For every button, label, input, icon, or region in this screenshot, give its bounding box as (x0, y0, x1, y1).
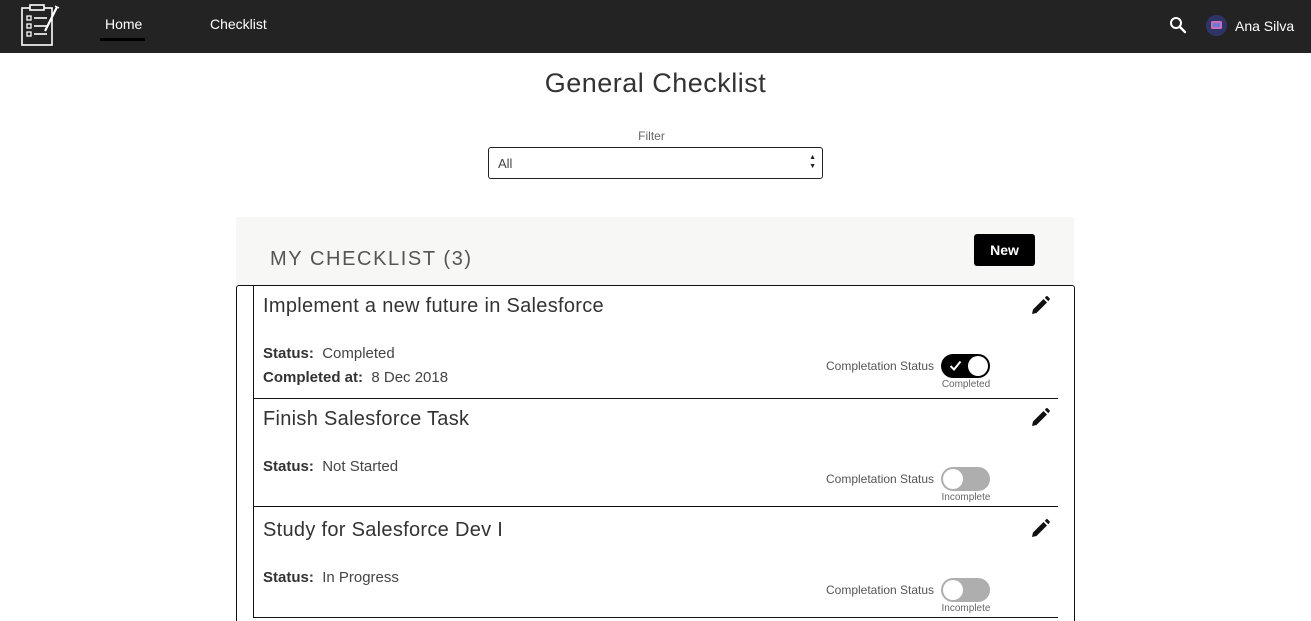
completion-status-label: Completation Status (826, 583, 935, 597)
new-button[interactable]: New (974, 234, 1035, 266)
item-status: Status: In Progress (263, 569, 399, 586)
item-status: Status: Completed (263, 345, 395, 362)
toggle-state-text: Incomplete (941, 603, 991, 614)
checklist-item: Study for Salesforce Dev I Status: In Pr… (253, 507, 1058, 618)
toggle-knob (943, 469, 963, 489)
completion-status-toggle[interactable] (941, 578, 990, 602)
checklist-panel-title: MY CHECKLIST (3) (270, 248, 473, 270)
filter-select[interactable]: All ▲ ▼ (488, 147, 823, 179)
status-label: Status: (263, 345, 314, 362)
status-value: In Progress (322, 569, 399, 586)
user-name[interactable]: Ana Silva (1235, 18, 1294, 34)
filter-label: Filter (638, 129, 665, 143)
completion-status-label: Completation Status (826, 359, 935, 373)
item-title: Implement a new future in Salesforce (263, 295, 604, 317)
avatar[interactable] (1206, 15, 1227, 36)
page-title: General Checklist (544, 68, 767, 98)
edit-pencil-icon[interactable] (1030, 408, 1050, 428)
top-nav-bar: Home Checklist Ana Silva (0, 0, 1311, 53)
status-label: Status: (263, 569, 314, 586)
checkmark-icon (949, 359, 962, 377)
completed-at-value: 8 Dec 2018 (371, 369, 449, 386)
toggle-state-text: Incomplete (941, 492, 991, 503)
status-value: Completed (322, 345, 395, 362)
status-value: Not Started (322, 458, 399, 475)
active-tab-indicator (100, 38, 145, 41)
edit-pencil-icon[interactable] (1030, 519, 1050, 539)
select-arrows-icon: ▲ ▼ (809, 154, 816, 170)
toggle-state-text: Completed (941, 379, 991, 390)
item-title: Study for Salesforce Dev I (263, 519, 504, 541)
checklist-item: Finish Salesforce Task Status: Not Start… (253, 399, 1058, 507)
completion-status-toggle[interactable] (941, 354, 990, 378)
nav-tab-checklist[interactable]: Checklist (210, 16, 267, 32)
item-title: Finish Salesforce Task (263, 408, 470, 430)
toggle-knob (968, 356, 988, 376)
checklist-item: Implement a new future in Salesforce Sta… (253, 286, 1058, 399)
checklist-clipboard-icon[interactable] (19, 4, 61, 46)
status-label: Status: (263, 458, 314, 475)
nav-tab-home[interactable]: Home (105, 16, 142, 32)
completed-at-label: Completed at: (263, 369, 364, 386)
edit-pencil-icon[interactable] (1030, 296, 1050, 316)
filter-selected-value: All (498, 156, 513, 171)
completion-status-toggle[interactable] (941, 467, 990, 491)
item-completed-at: Completed at: 8 Dec 2018 (263, 369, 448, 386)
toggle-knob (943, 580, 963, 600)
completion-status-label: Completation Status (826, 472, 935, 486)
search-icon[interactable] (1169, 16, 1187, 34)
item-status: Status: Not Started (263, 458, 398, 475)
